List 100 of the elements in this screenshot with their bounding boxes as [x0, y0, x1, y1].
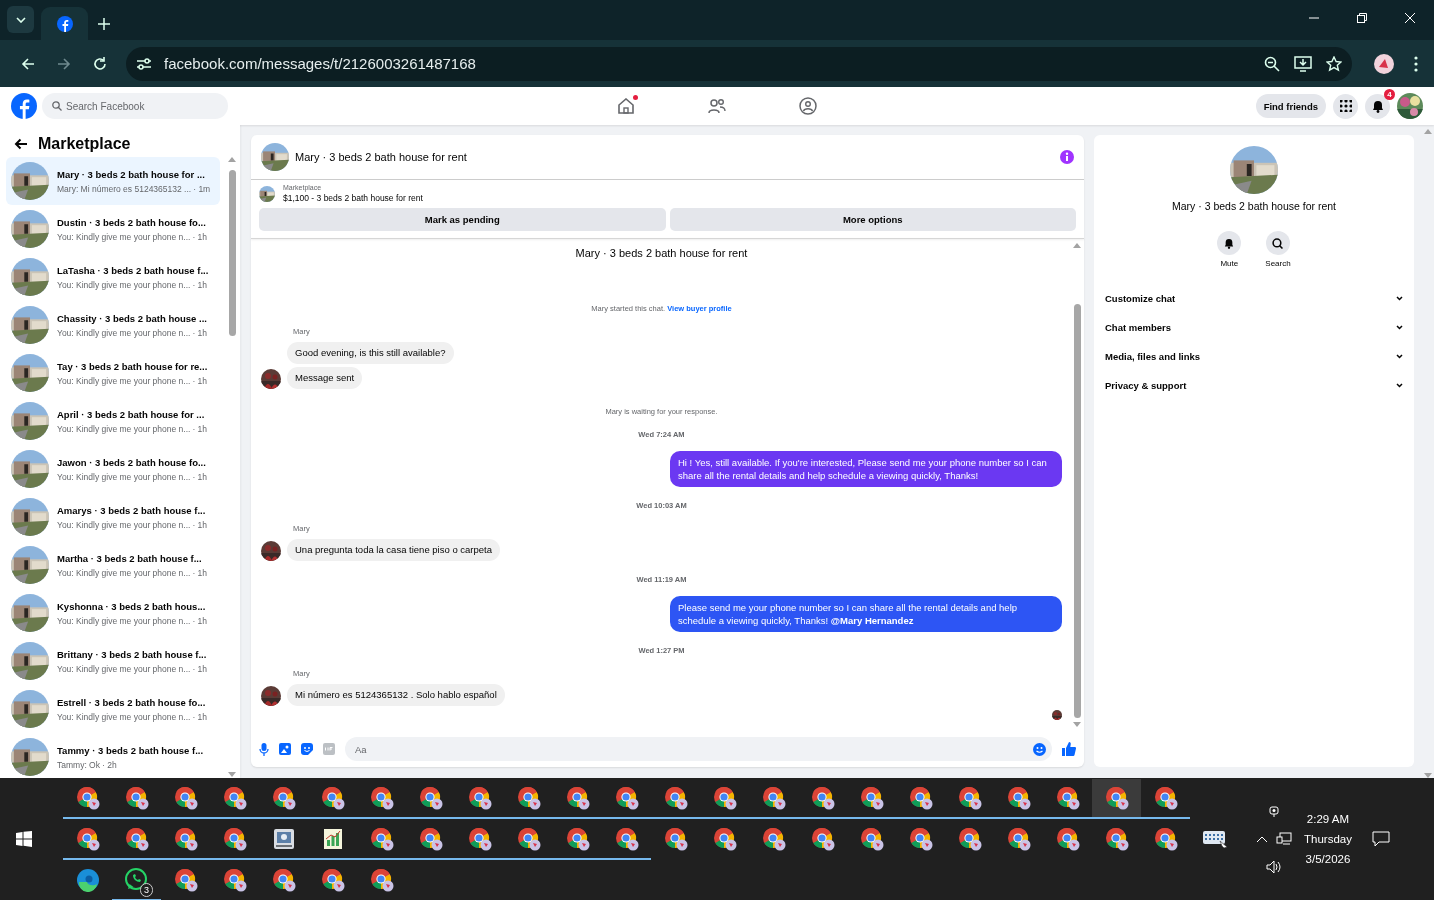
- install-icon[interactable]: [1294, 55, 1312, 72]
- browser-icon: [418, 786, 443, 810]
- volume-icon[interactable]: [1266, 860, 1282, 874]
- browser-icon: [859, 786, 884, 810]
- info-title: Mary · 3 beds 2 bath house for rent: [1172, 200, 1336, 212]
- browser-icon: [908, 827, 933, 851]
- chevron-down-icon[interactable]: [1396, 383, 1403, 388]
- conversation-item[interactable]: Tay · 3 beds 2 bath house for re... You: Kindly give me your phone n... · 1h: [6, 349, 220, 397]
- message-time: · 1h: [192, 711, 208, 722]
- browser-icon: [712, 786, 737, 810]
- section-item[interactable]: Chat members: [1105, 313, 1403, 342]
- conversation-item[interactable]: Kyshonna · 3 beds 2 bath hous... You: Kindly give me your phone n... · 1h: [6, 589, 220, 637]
- message-preview: You: Kindly give me your phone n...: [57, 519, 191, 530]
- find-friends-button[interactable]: Find friends: [1255, 94, 1326, 118]
- taskbar-button[interactable]: 3: [112, 861, 161, 900]
- scrollbar-thumb[interactable]: [1073, 304, 1081, 718]
- bookmark-star-icon[interactable]: [1326, 55, 1342, 72]
- conversation-item[interactable]: Brittany · 3 beds 2 bath house f... You: Kindly give me your phone n... · 1h: [6, 637, 220, 685]
- meet-now-icon[interactable]: [1268, 804, 1280, 818]
- action-button[interactable]: Mark as pending: [259, 208, 666, 231]
- chevron-down-icon[interactable]: [1396, 354, 1403, 359]
- conversation-item[interactable]: Dustin · 3 beds 2 bath house fo... You: Kindly give me your phone n... · 1h: [6, 205, 220, 253]
- conversation-item[interactable]: Amarys · 3 beds 2 bath house f... You: Kindly give me your phone n... · 1h: [6, 493, 220, 541]
- grid-icon: [1339, 100, 1352, 112]
- browser-icon: [75, 786, 100, 810]
- menu-icon[interactable]: [1414, 55, 1418, 72]
- conversation-title: Estrell · 3 beds 2 bath house fo...: [57, 696, 207, 708]
- site-settings-icon[interactable]: [136, 56, 152, 71]
- image-icon[interactable]: [279, 743, 291, 755]
- conversation-item[interactable]: LaTasha · 3 beds 2 bath house f... You: Kindly give me your phone n... · 1h: [6, 253, 220, 301]
- conversation-title: Mary · 3 beds 2 bath house for ...: [57, 168, 206, 180]
- chevron-down-icon[interactable]: [1396, 296, 1403, 301]
- chevron-down-icon[interactable]: [1396, 325, 1403, 330]
- microphone-icon[interactable]: [259, 742, 269, 756]
- search-icon: [1272, 237, 1284, 249]
- message-preview: You: Kindly give me your phone n...: [57, 663, 191, 674]
- browser-icon: [173, 868, 198, 892]
- facebook-icon: [56, 15, 73, 32]
- section-item[interactable]: Customize chat: [1105, 284, 1403, 313]
- browser-icon: [761, 827, 786, 851]
- listing-title: $1,100 - 3 beds 2 bath house for rent: [283, 193, 423, 203]
- search-field[interactable]: Search Facebook: [42, 93, 228, 119]
- scrollbar-thumb[interactable]: [228, 170, 236, 336]
- conversation-item[interactable]: Jawon · 3 beds 2 bath house fo... You: Kindly give me your phone n... · 1h: [6, 445, 220, 493]
- zoom-icon[interactable]: [1264, 55, 1280, 72]
- chevron-up-icon[interactable]: [1256, 835, 1268, 843]
- message-preview: You: Kindly give me your phone n...: [57, 567, 191, 578]
- sticker-icon[interactable]: [301, 743, 313, 755]
- notification-badge: 4: [1384, 88, 1395, 100]
- clock-time: 2:29 AM: [1306, 813, 1350, 825]
- notifications-button[interactable]: [1365, 93, 1390, 119]
- conversation-item[interactable]: Mary · 3 beds 2 bath house for ... Mary: Mi número es 5124365132 ... · 1m: [6, 157, 220, 205]
- message-time: · 2h: [102, 759, 117, 770]
- action-button[interactable]: More options: [669, 208, 1076, 231]
- browser-icon: [320, 786, 345, 810]
- new-tab-icon[interactable]: [98, 18, 110, 30]
- section-item[interactable]: Media, files and links: [1105, 342, 1403, 371]
- emoji-icon[interactable]: [1033, 742, 1046, 756]
- browser-tab[interactable]: [41, 7, 88, 40]
- message-preview: You: Kindly give me your phone n...: [57, 375, 191, 386]
- profile-icon[interactable]: [1374, 53, 1394, 74]
- browser-icon: [516, 786, 541, 810]
- message-time: · 1h: [192, 567, 208, 578]
- browser-icon: [222, 786, 247, 810]
- chat-title: Mary · 3 beds 2 bath house for rent: [295, 151, 468, 163]
- message-bubble: Una pregunta toda la casa tiene piso o carpeta: [287, 539, 500, 561]
- count-badge: 3: [140, 883, 153, 897]
- close-icon[interactable]: [1405, 13, 1415, 23]
- conversation-item[interactable]: April · 3 beds 2 bath house for ... You: Kindly give me your phone n... · 1h: [6, 397, 220, 445]
- notifications-icon[interactable]: [1371, 831, 1390, 847]
- message-preview: You: Kindly give me your phone n...: [57, 231, 191, 242]
- conversation-item[interactable]: Chassity · 3 beds 2 bath house ... You: Kindly give me your phone n... · 1h: [6, 301, 220, 349]
- windows-icon: [16, 831, 32, 847]
- conversation-item[interactable]: Estrell · 3 beds 2 bath house fo... You: Kindly give me your phone n... · 1h: [6, 685, 220, 733]
- conversation-item[interactable]: Martha · 3 beds 2 bath house f... You: Kindly give me your phone n... · 1h: [6, 541, 220, 589]
- groups-icon: [798, 97, 817, 115]
- browser-icon: [663, 786, 688, 810]
- message-field[interactable]: Aa: [345, 737, 1052, 761]
- thumbs-up-icon[interactable]: [1062, 742, 1076, 756]
- restore-icon[interactable]: [1357, 13, 1367, 23]
- browser-icon: [124, 827, 149, 851]
- conversation-title: Martha · 3 beds 2 bath house f...: [57, 552, 203, 564]
- taskbar-button[interactable]: [1092, 779, 1141, 819]
- back-arrow-icon[interactable]: [14, 138, 28, 150]
- browser-icon: [124, 786, 149, 810]
- network-icon[interactable]: [1276, 832, 1292, 846]
- conversation-title: Tammy · 3 beds 2 bath house f...: [57, 744, 204, 756]
- bell-icon: [1371, 99, 1384, 113]
- menu-button[interactable]: [1333, 93, 1358, 119]
- browser-icon: [369, 868, 394, 892]
- browser-icon: [1104, 786, 1129, 810]
- message-time: · 1h: [192, 663, 208, 674]
- conversation-item[interactable]: Tammy · 3 beds 2 bath house f... Tammy: Ok · 2h: [6, 733, 220, 778]
- browser-icon: [271, 786, 296, 810]
- facebook-logo[interactable]: [11, 93, 37, 119]
- section-item[interactable]: Privacy & support: [1105, 371, 1403, 400]
- message-time: · 1h: [192, 615, 208, 626]
- tab-list-button[interactable]: [7, 6, 34, 33]
- browser-icon: [369, 786, 394, 810]
- info-icon[interactable]: [1060, 150, 1074, 164]
